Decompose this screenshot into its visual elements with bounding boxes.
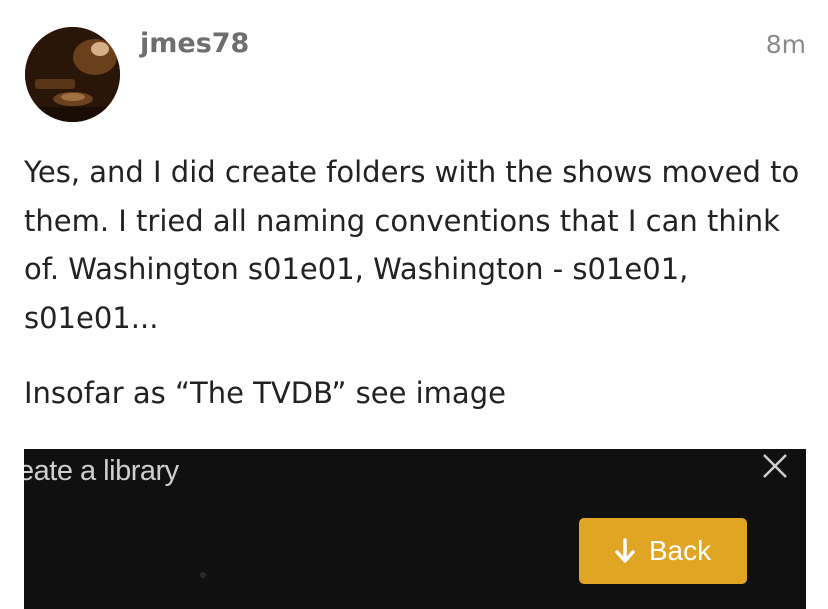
close-icon [760, 451, 790, 481]
avatar[interactable] [25, 27, 120, 122]
arrow-down-icon [615, 538, 635, 563]
post-timestamp: 8m [765, 30, 806, 59]
image-artifact [200, 572, 206, 578]
avatar-image [25, 27, 120, 122]
attached-image[interactable]: eate a library Back [24, 449, 806, 609]
post-body-paragraph: Insofar as “The TVDB” see image [24, 376, 506, 410]
back-button-label: Back [648, 535, 712, 566]
forum-post: jmes78 8m Yes, and I did create folders … [0, 0, 828, 609]
post-body-paragraph: Yes, and I did create folders with the s… [24, 155, 800, 335]
username[interactable]: jmes78 [140, 28, 249, 59]
back-button: Back [579, 518, 747, 584]
dialog-title: eate a library [24, 455, 179, 487]
